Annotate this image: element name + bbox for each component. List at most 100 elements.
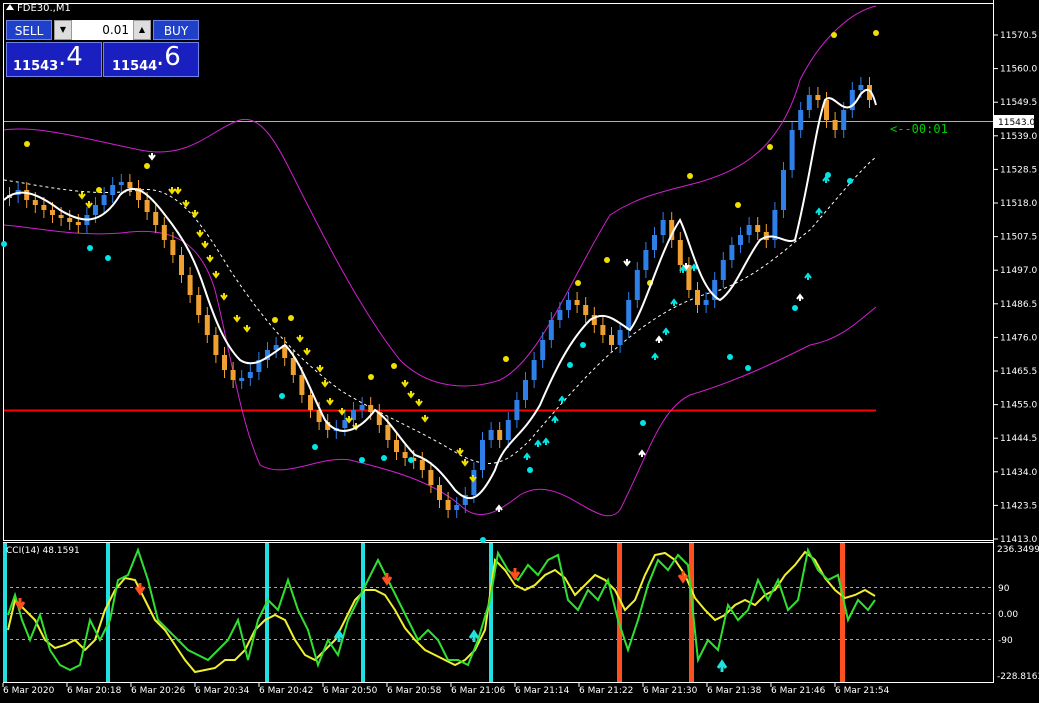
candle-body xyxy=(93,205,98,215)
sell-arrow-icon xyxy=(201,241,209,249)
sell-arrow-icon xyxy=(196,230,204,238)
price-tick-label: 11486.5 xyxy=(1000,300,1037,310)
price-tick-label: 11560.0 xyxy=(1000,65,1037,75)
support-dot xyxy=(480,537,486,543)
support-dot xyxy=(745,365,751,371)
lot-increase-icon[interactable]: ▲ xyxy=(133,20,151,40)
candle-body xyxy=(815,95,821,100)
time-tick-label: 6 Mar 20:18 xyxy=(67,686,122,696)
resistance-dot xyxy=(144,163,150,169)
candle-body xyxy=(127,182,133,188)
support-dot xyxy=(580,342,586,348)
time-tick-label: 6 Mar 20:34 xyxy=(195,686,250,696)
price-tick-label: 11434.0 xyxy=(1000,468,1037,478)
main-price-axis: 11570.5 11560.0 11549.5 11539.0 11528.5 11518… xyxy=(994,31,1037,545)
support-dot xyxy=(527,467,533,473)
candle-body xyxy=(144,200,150,212)
candle-body xyxy=(204,315,210,335)
candle-body xyxy=(523,380,528,400)
candle-body xyxy=(798,110,804,130)
candle-body xyxy=(161,225,167,240)
candle-body xyxy=(600,325,606,335)
sell-arrow-icon xyxy=(212,271,220,279)
sell-arrow-icon xyxy=(338,408,346,416)
resistance-dot xyxy=(272,317,278,323)
support-dot xyxy=(312,444,318,450)
cci-sell-arrow-icon xyxy=(677,571,689,584)
cci-tick-label: 90 xyxy=(998,584,1010,594)
support-dot xyxy=(847,178,853,184)
time-tick-label: 6 Mar 21:54 xyxy=(835,686,890,696)
candle-body xyxy=(308,395,313,410)
buy-arrow-icon xyxy=(670,298,678,306)
price-tick-label: 11423.5 xyxy=(1000,501,1037,511)
lot-decrease-icon[interactable]: ▼ xyxy=(54,20,72,40)
buy-button[interactable]: BUY xyxy=(153,20,199,40)
cci-cyan-bar xyxy=(265,543,269,682)
lot-size-value[interactable]: 0.01 xyxy=(72,20,133,40)
candle-body xyxy=(454,505,460,510)
time-tick-label: 6 Mar 21:30 xyxy=(643,686,698,696)
candle-body xyxy=(531,360,537,380)
candle-body xyxy=(634,270,640,300)
time-tick-label: 6 Mar 21:46 xyxy=(771,686,826,696)
candle-body xyxy=(110,185,116,195)
price-tick-label: 11476.0 xyxy=(1000,333,1037,343)
chart-canvas[interactable]: 11570.5 11560.0 11549.5 11539.0 11528.5 11518… xyxy=(0,0,1039,703)
candle-body xyxy=(548,320,554,340)
candle-body xyxy=(720,260,726,280)
candle-body xyxy=(781,170,786,210)
support-dot xyxy=(87,245,93,251)
sell-arrow-icon xyxy=(316,365,324,373)
cci-indicator-group xyxy=(3,543,993,682)
sell-arrow-icon xyxy=(296,335,304,343)
time-axis: 6 Mar 2020 6 Mar 20:18 6 Mar 20:26 6 Mar 20… xyxy=(2,683,890,696)
buy-arrow-icon xyxy=(796,293,804,301)
bid-quote[interactable]: 11543 .4 xyxy=(6,42,102,77)
candle-body xyxy=(806,95,812,110)
time-tick-label: 6 Mar 20:50 xyxy=(323,686,378,696)
candle-body xyxy=(50,210,55,215)
sell-arrow-icon xyxy=(78,192,86,200)
buy-arrow-icon xyxy=(558,395,566,403)
candle-body xyxy=(24,190,30,200)
collapse-triangle-icon[interactable] xyxy=(6,4,14,10)
candle-body xyxy=(480,440,485,470)
cci-cyan-bar xyxy=(489,543,493,682)
candle-body xyxy=(858,85,864,90)
candle-body xyxy=(290,358,296,375)
sell-button[interactable]: SELL xyxy=(6,20,52,40)
candle-body xyxy=(230,370,236,380)
buy-arrow-icon xyxy=(638,449,646,457)
ask-pips: .6 xyxy=(156,42,181,72)
cci-red-bar xyxy=(617,543,622,682)
cci-buy-arrow-icon xyxy=(716,659,728,672)
candle-body xyxy=(445,500,451,510)
sell-arrow-icon xyxy=(174,187,182,195)
candle-body xyxy=(677,240,683,265)
time-tick-label: 6 Mar 20:58 xyxy=(387,686,442,696)
buy-arrow-icon xyxy=(815,207,823,215)
signal-markers-group xyxy=(1,30,879,543)
ask-quote[interactable]: 11544 .6 xyxy=(103,42,199,77)
support-dot xyxy=(105,255,111,261)
price-tick-label: 11507.5 xyxy=(1000,233,1037,243)
price-tick-label: 11518.0 xyxy=(1000,199,1037,209)
candle-body xyxy=(652,235,657,250)
resistance-dot xyxy=(24,141,30,147)
cci-tick-label: -90 xyxy=(998,636,1013,646)
candle-body xyxy=(213,335,219,355)
candle-body xyxy=(222,355,227,370)
sell-arrow-icon xyxy=(401,380,409,388)
candle-body xyxy=(746,225,752,235)
lot-size-field[interactable]: ▼ 0.01 ▲ xyxy=(54,20,151,40)
candle-body xyxy=(832,120,838,130)
candle-body xyxy=(841,110,847,130)
resistance-dot xyxy=(288,315,294,321)
candle-body xyxy=(196,295,202,315)
sell-arrow-icon xyxy=(321,380,329,388)
price-tick-label: 11539.0 xyxy=(1000,132,1037,142)
resistance-dot xyxy=(368,374,374,380)
candle-body xyxy=(557,310,563,320)
current-price-label: 11543.0 xyxy=(998,118,1035,128)
